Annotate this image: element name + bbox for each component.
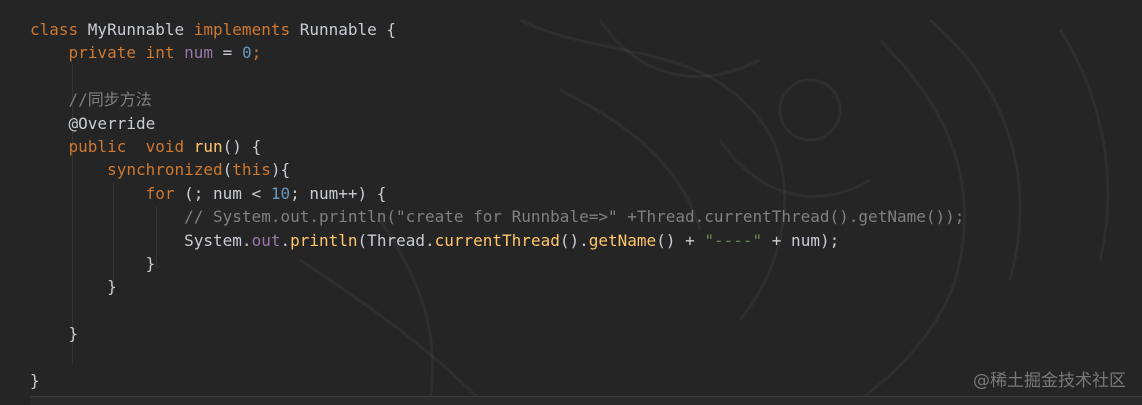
code-line[interactable]: for (; num < 10; num++) {: [30, 182, 964, 205]
code-token: (: [222, 160, 233, 180]
code-token: }: [30, 370, 40, 390]
code-line[interactable]: private int num = 0;: [30, 41, 964, 64]
code-token: getName: [588, 230, 657, 250]
code-token: for: [30, 183, 185, 203]
code-token: "----": [704, 230, 763, 250]
code-token: public: [30, 136, 146, 156]
code-line[interactable]: }: [30, 322, 964, 345]
code-token: (; num <: [184, 183, 271, 203]
code-token: ().: [559, 230, 589, 250]
code-token: int: [145, 43, 185, 63]
code-token: }: [30, 277, 117, 297]
code-token: ; num++) {: [290, 183, 387, 203]
code-token: implements: [193, 20, 300, 39]
code-editor[interactable]: class MyRunnable implements Runnable { p…: [0, 0, 1142, 405]
code-line[interactable]: }: [30, 275, 964, 298]
code-line[interactable]: public void run() {: [30, 135, 964, 158]
code-token: @Override: [30, 113, 156, 133]
code-token: + num);: [762, 230, 840, 250]
code-token: this: [232, 160, 271, 180]
code-token: System.: [30, 230, 252, 250]
code-token: 10: [270, 183, 291, 203]
code-token: (Thread.: [357, 230, 435, 250]
code-line[interactable]: synchronized(this){: [30, 158, 964, 181]
code-token: ){: [270, 160, 291, 180]
code-token: //同步方法: [30, 90, 152, 110]
code-line[interactable]: [30, 65, 964, 88]
code-token: .: [280, 230, 291, 250]
code-line[interactable]: [30, 299, 964, 322]
code-token: currentThread: [434, 230, 560, 250]
watermark: @稀土掘金技术社区: [973, 371, 1126, 391]
code-token: // System.out.println("create for Runnba…: [30, 207, 965, 227]
code-token: num: [184, 43, 214, 63]
code-token: private: [30, 43, 146, 63]
code-token: synchronized: [30, 160, 223, 180]
code-token: 0: [241, 43, 252, 63]
code-line[interactable]: class MyRunnable implements Runnable {: [30, 18, 964, 41]
code-line[interactable]: // System.out.println("create for Runnba…: [30, 205, 964, 228]
code-line[interactable]: //同步方法: [30, 88, 964, 111]
code-token: =: [213, 43, 242, 63]
code-token: void: [145, 136, 194, 156]
code-token: () +: [656, 230, 705, 250]
code-token: run: [193, 136, 223, 156]
code-content[interactable]: class MyRunnable implements Runnable { p…: [30, 18, 964, 392]
code-token: MyRunnable: [87, 20, 194, 39]
code-token: out: [251, 230, 281, 250]
code-token: }: [30, 253, 156, 273]
code-token: println: [290, 230, 358, 250]
code-line[interactable]: }: [30, 369, 964, 392]
code-line[interactable]: System.out.println(Thread.currentThread(…: [30, 229, 964, 252]
code-token: () {: [222, 136, 262, 156]
code-line[interactable]: @Override: [30, 112, 964, 135]
code-line[interactable]: }: [30, 252, 964, 275]
code-token: }: [30, 324, 79, 344]
code-token: ;: [251, 43, 262, 63]
code-token: Runnable {: [299, 20, 397, 39]
code-token: class: [30, 20, 88, 39]
code-line[interactable]: [30, 345, 964, 368]
editor-bottom-edge: [30, 396, 1142, 405]
